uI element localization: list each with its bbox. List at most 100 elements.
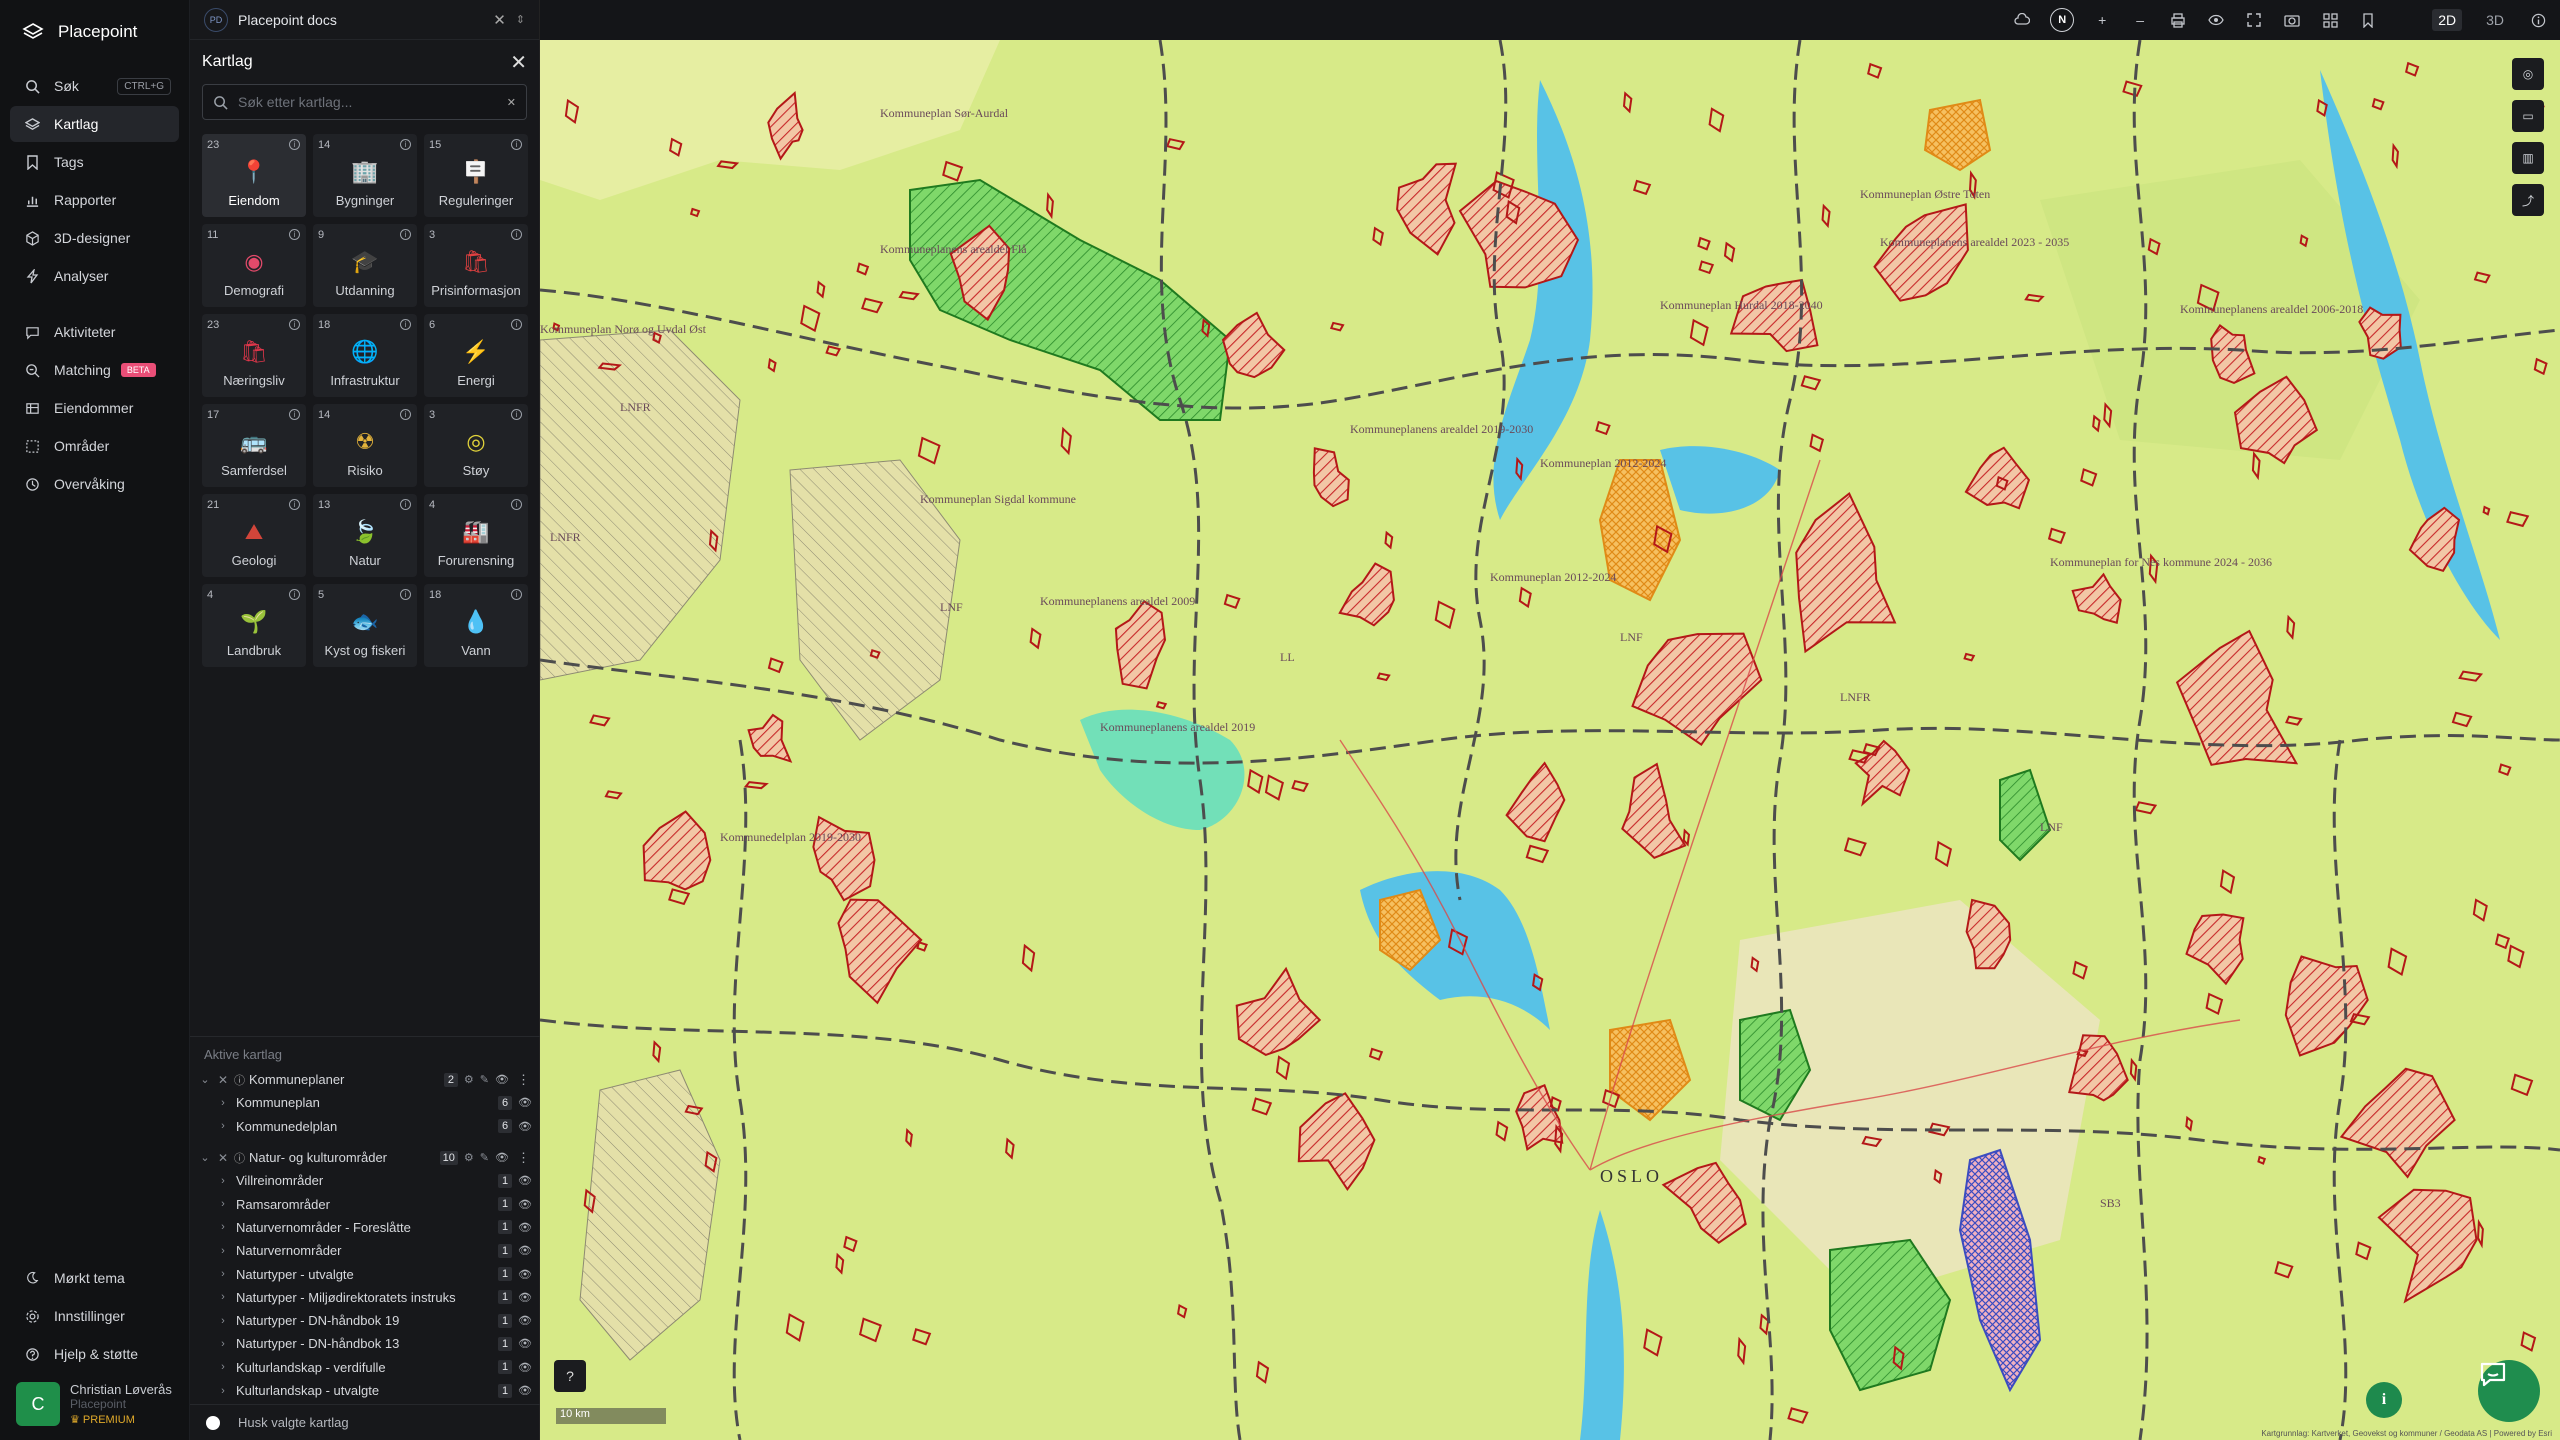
eye-icon[interactable]: 👁 (518, 1290, 532, 1304)
mode-3d-button[interactable]: 3D (2480, 9, 2510, 31)
layer-row[interactable]: › Ramsarområder 1 👁 (190, 1192, 540, 1215)
eye-icon[interactable]: 👁 (518, 1314, 532, 1328)
remember-layers-toggle[interactable]: Husk valgte kartlag (190, 1404, 540, 1440)
eye-icon[interactable]: 👁 (518, 1360, 532, 1374)
category-tile[interactable]: 14 i 🏢 Bygninger (313, 134, 417, 217)
chevron-right-icon[interactable]: › (216, 1175, 230, 1187)
group-info-icon[interactable]: ⓘ (234, 1072, 245, 1088)
mode-2d-button[interactable]: 2D (2432, 9, 2463, 31)
info-icon[interactable]: i (511, 589, 522, 600)
chevron-right-icon[interactable]: › (216, 1291, 230, 1303)
more-icon[interactable]: ⋮ (517, 1150, 530, 1166)
map-canvas[interactable]: Kommuneplanens arealdel 2023 - 2035 Kommu… (540, 40, 2560, 1440)
sidebar-item-matching[interactable]: Matching BETA (10, 352, 179, 388)
category-tile[interactable]: 6 i ⚡ Energi (424, 314, 528, 397)
dark-theme-toggle[interactable]: Mørkt tema (10, 1260, 179, 1296)
info-icon[interactable]: i (511, 139, 522, 150)
info-icon[interactable]: i (400, 499, 411, 510)
layer-toggle-icon[interactable]: ◎ (2512, 58, 2544, 90)
category-tile[interactable]: 9 i 🎓 Utdanning (313, 224, 417, 307)
camera-icon[interactable] (2282, 10, 2302, 30)
clear-search-icon[interactable]: ✕ (507, 96, 516, 109)
layer-row[interactable]: › Kulturlandskap - verdifulle 1 👁 (190, 1356, 540, 1379)
remove-icon[interactable]: ✕ (216, 1073, 230, 1087)
measure-icon[interactable]: ▭ (2512, 100, 2544, 132)
sidebar-item-rapporter[interactable]: Rapporter (10, 182, 179, 218)
layer-row[interactable]: › Kommuneplan 6 👁 (190, 1091, 540, 1114)
eye-icon[interactable]: 👁 (518, 1267, 532, 1281)
layer-row[interactable]: › Naturtyper - utvalgte 1 👁 (190, 1262, 540, 1285)
layer-row[interactable]: › Naturtyper - DN-håndbok 13 1 👁 (190, 1332, 540, 1355)
sidebar-item-overvaking[interactable]: Overvåking (10, 466, 179, 502)
info-icon[interactable]: i (511, 409, 522, 420)
eye-icon[interactable]: 👁 (518, 1244, 532, 1258)
zoom-in-button[interactable]: + (2092, 10, 2112, 30)
chevron-right-icon[interactable]: › (216, 1097, 230, 1109)
layer-search[interactable]: ✕ (202, 84, 527, 120)
more-icon[interactable]: ⋮ (517, 1072, 530, 1088)
category-tile[interactable]: 15 i 🪧 Reguleringer (424, 134, 528, 217)
category-tile[interactable]: 23 i 📍 Eiendom (202, 134, 306, 217)
print-icon[interactable] (2168, 10, 2188, 30)
category-tile[interactable]: 3 i 🛍 Prisinformasjon (424, 224, 528, 307)
chevron-down-icon[interactable]: ⌄ (198, 1151, 212, 1164)
support-chat-button[interactable] (2478, 1360, 2540, 1422)
sidebar-item-3d-designer[interactable]: 3D-designer (10, 220, 179, 256)
help-button[interactable]: Hjelp & støtte (10, 1336, 179, 1372)
chevron-right-icon[interactable]: › (216, 1268, 230, 1280)
visibility-icon[interactable] (2206, 10, 2226, 30)
edit-icon[interactable]: ✎ (480, 1073, 489, 1086)
bookmark-icon[interactable] (2358, 10, 2378, 30)
sidebar-item-analyser[interactable]: Analyser (10, 258, 179, 294)
route-icon[interactable]: ⤴ (2512, 184, 2544, 216)
chevron-updown-icon[interactable]: ⇕ (516, 13, 525, 26)
eye-icon[interactable]: 👁 (518, 1220, 532, 1234)
layer-row[interactable]: › Naturvernområder - Foreslåtte 1 👁 (190, 1216, 540, 1239)
eye-icon[interactable]: 👁 (495, 1073, 509, 1087)
info-icon[interactable] (2528, 10, 2548, 30)
layer-group-row[interactable]: ⌄ ✕ ⓘ Kommuneplaner 2 ⚙ ✎ 👁 ⋮ (190, 1068, 540, 1091)
eye-icon[interactable]: 👁 (518, 1384, 532, 1398)
sidebar-item-omrader[interactable]: Områder (10, 428, 179, 464)
info-icon[interactable]: i (289, 589, 300, 600)
category-tile[interactable]: 18 i 💧 Vann (424, 584, 528, 667)
settings-icon[interactable]: ⚙ (464, 1073, 474, 1086)
eye-icon[interactable]: 👁 (518, 1197, 532, 1211)
sidebar-item-aktiviteter[interactable]: Aktiviteter (10, 314, 179, 350)
category-tile[interactable]: 3 i ◎ Støy (424, 404, 528, 487)
chevron-right-icon[interactable]: › (216, 1361, 230, 1373)
category-tile[interactable]: 17 i 🚌 Samferdsel (202, 404, 306, 487)
chevron-down-icon[interactable]: ⌄ (198, 1073, 212, 1086)
grid-icon[interactable] (2320, 10, 2340, 30)
category-tile[interactable]: 4 i 🏭 Forurensning (424, 494, 528, 577)
info-icon[interactable]: i (511, 319, 522, 330)
sidebar-item-tags[interactable]: Tags (10, 144, 179, 180)
category-tile[interactable]: 21 i ⛰ Geologi (202, 494, 306, 577)
user-profile[interactable]: C Christian Løverås Placepoint ♛ PREMIUM (10, 1382, 179, 1426)
eye-icon[interactable]: 👁 (518, 1337, 532, 1351)
category-tile[interactable]: 4 i 🌱 Landbruk (202, 584, 306, 667)
sidebar-item-kartlag[interactable]: Kartlag (10, 106, 179, 142)
fullscreen-icon[interactable] (2244, 10, 2264, 30)
layer-row[interactable]: › Naturtyper - DN-håndbok 19 1 👁 (190, 1309, 540, 1332)
category-tile[interactable]: 14 i ☢ Risiko (313, 404, 417, 487)
document-selector[interactable]: PD Placepoint docs ✕ ⇕ (190, 0, 539, 40)
cloud-icon[interactable] (2012, 10, 2032, 30)
layer-row[interactable]: › Naturtyper - Miljødirektoratets instruk… (190, 1286, 540, 1309)
sidebar-item-search[interactable]: Søk CTRL+G (10, 68, 179, 104)
zoom-out-button[interactable]: – (2130, 10, 2150, 30)
category-tile[interactable]: 11 i ◉ Demografi (202, 224, 306, 307)
layer-group-row[interactable]: ⌄ ✕ ⓘ Natur- og kulturområder 10 ⚙ ✎ 👁 ⋮ (190, 1146, 540, 1169)
chevron-right-icon[interactable]: › (216, 1338, 230, 1350)
compass-button[interactable]: N (2050, 8, 2075, 32)
info-icon[interactable]: i (289, 229, 300, 240)
toggle-radio[interactable] (206, 1415, 220, 1430)
category-tile[interactable]: 18 i 🌐 Infrastruktur (313, 314, 417, 397)
info-icon[interactable]: i (400, 319, 411, 330)
info-icon[interactable]: i (289, 409, 300, 420)
category-tile[interactable]: 13 i 🍃 Natur (313, 494, 417, 577)
info-icon[interactable]: i (289, 139, 300, 150)
chevron-right-icon[interactable]: › (216, 1221, 230, 1233)
eye-icon[interactable]: 👁 (495, 1151, 509, 1165)
settings-icon[interactable]: ⚙ (464, 1151, 474, 1164)
